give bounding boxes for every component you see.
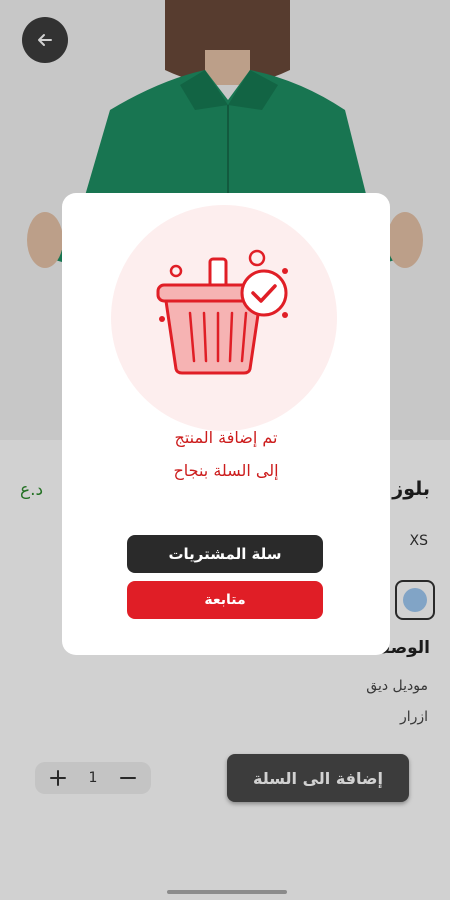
dialog-message-line2: إلى السلة بنجاح bbox=[173, 461, 279, 480]
product-screen: بلوز د.ع XS الوصف موديل ديق ازرار 1 إضاف… bbox=[0, 0, 450, 900]
basket-check-icon bbox=[156, 249, 288, 375]
dialog-message-line1: تم إضافة المنتج bbox=[174, 428, 278, 447]
shopping-cart-button[interactable]: سلة المشتريات bbox=[127, 535, 323, 573]
continue-button[interactable]: متابعة bbox=[127, 581, 323, 619]
added-to-cart-dialog: تم إضافة المنتج إلى السلة بنجاح سلة المش… bbox=[62, 193, 390, 655]
